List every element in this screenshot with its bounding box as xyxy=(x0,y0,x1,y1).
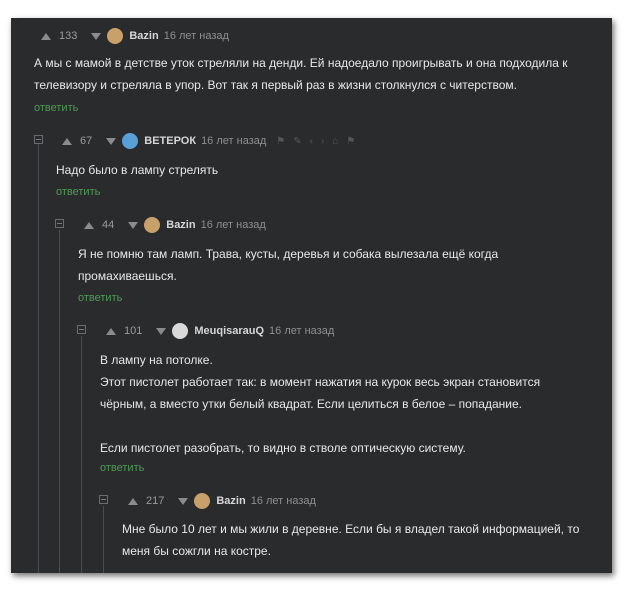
reply-link[interactable]: ответить xyxy=(100,462,144,474)
comment-rating: 133 xyxy=(59,30,78,42)
home-icon[interactable]: ⌂ xyxy=(332,136,338,147)
thread-line-4[interactable] xyxy=(103,506,104,573)
comment-date: 16 лет назад xyxy=(201,135,267,147)
reply-link[interactable]: ответить xyxy=(34,102,78,114)
upvote-icon[interactable] xyxy=(62,137,72,145)
downvote-icon[interactable] xyxy=(106,137,117,145)
collapse-thread-button[interactable] xyxy=(77,325,86,334)
thread-line-2[interactable] xyxy=(59,230,60,573)
comment-author[interactable]: Bazin xyxy=(216,495,245,507)
downvote-icon[interactable] xyxy=(91,32,102,40)
upvote-icon[interactable] xyxy=(128,497,138,505)
upvote-icon[interactable] xyxy=(106,327,116,335)
comment-author[interactable]: Bazin xyxy=(166,219,195,231)
comments-panel: 133 Bazin 16 лет назад А мы с мамой в де… xyxy=(11,18,612,573)
avatar[interactable] xyxy=(122,133,139,149)
thread-line-1[interactable] xyxy=(38,144,39,573)
comment-date: 16 лет назад xyxy=(163,30,229,42)
comment-tools: ⚑ ✎ ‹ › ⌂ ⚑ xyxy=(276,136,363,147)
comment-rating: 44 xyxy=(102,219,115,231)
comment-date: 16 лет назад xyxy=(250,495,316,507)
thread-line-3[interactable] xyxy=(81,336,82,573)
comment-rating: 101 xyxy=(124,325,143,337)
prev-icon[interactable]: ‹ xyxy=(310,136,313,147)
avatar[interactable] xyxy=(107,28,124,44)
comment-text: В лампу на потолке. Этот пистолет работа… xyxy=(100,353,541,455)
comment-text: Я не помню там ламп. Трава, кусты, дерев… xyxy=(78,247,499,283)
downvote-icon[interactable] xyxy=(178,497,189,505)
downvote-icon[interactable] xyxy=(128,221,139,229)
comment-author[interactable]: Bazin xyxy=(129,30,158,42)
comment-rating: 67 xyxy=(80,135,93,147)
edit-icon[interactable]: ✎ xyxy=(293,136,301,147)
upvote-icon[interactable] xyxy=(84,221,94,229)
comment-author[interactable]: ВЕТЕРОК xyxy=(144,135,196,147)
next-icon[interactable]: › xyxy=(321,136,324,147)
avatar[interactable] xyxy=(194,493,211,509)
comment-date: 16 лет назад xyxy=(200,219,266,231)
report-icon[interactable]: ⚑ xyxy=(346,136,355,147)
avatar[interactable] xyxy=(144,217,161,233)
collapse-thread-button[interactable] xyxy=(34,135,43,144)
comment-text: Мне было 10 лет и мы жили в деревне. Есл… xyxy=(122,522,580,558)
reply-link[interactable]: ответить xyxy=(56,186,100,198)
comment-author[interactable]: MeuqisarauQ xyxy=(194,325,264,337)
collapse-thread-button[interactable] xyxy=(99,495,108,504)
downvote-icon[interactable] xyxy=(156,327,167,335)
flag-icon[interactable]: ⚑ xyxy=(276,136,285,147)
comment-rating: 217 xyxy=(146,495,165,507)
reply-link[interactable]: ответить xyxy=(78,292,122,304)
comment-date: 16 лет назад xyxy=(269,325,335,337)
upvote-icon[interactable] xyxy=(41,32,51,40)
avatar[interactable] xyxy=(172,323,189,339)
comment-text: А мы с мамой в детстве уток стреляли на … xyxy=(34,56,568,92)
comment-text: Надо было в лампу стрелять xyxy=(56,163,219,177)
collapse-thread-button[interactable] xyxy=(55,219,64,228)
